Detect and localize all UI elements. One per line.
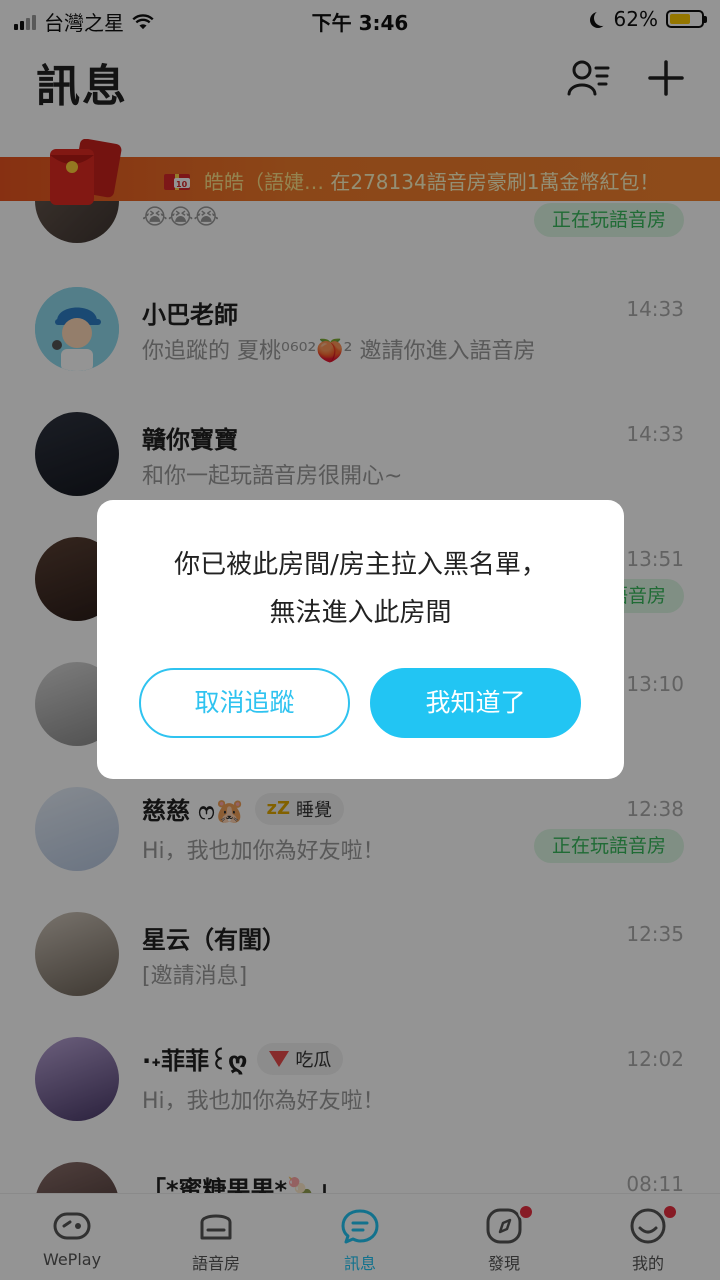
- blacklist-alert-dialog: 你已被此房間/房主拉入黑名單， 無法進入此房間 取消追蹤 我知道了: [97, 500, 624, 779]
- dialog-message-line-2: 無法進入此房間: [269, 598, 452, 628]
- dialog-message-line-1: 你已被此房間/房主拉入黑名單，: [174, 550, 547, 580]
- got-it-button[interactable]: 我知道了: [370, 668, 581, 738]
- modal-backdrop[interactable]: 你已被此房間/房主拉入黑名單， 無法進入此房間 取消追蹤 我知道了: [0, 0, 720, 1280]
- unfollow-button[interactable]: 取消追蹤: [139, 668, 350, 738]
